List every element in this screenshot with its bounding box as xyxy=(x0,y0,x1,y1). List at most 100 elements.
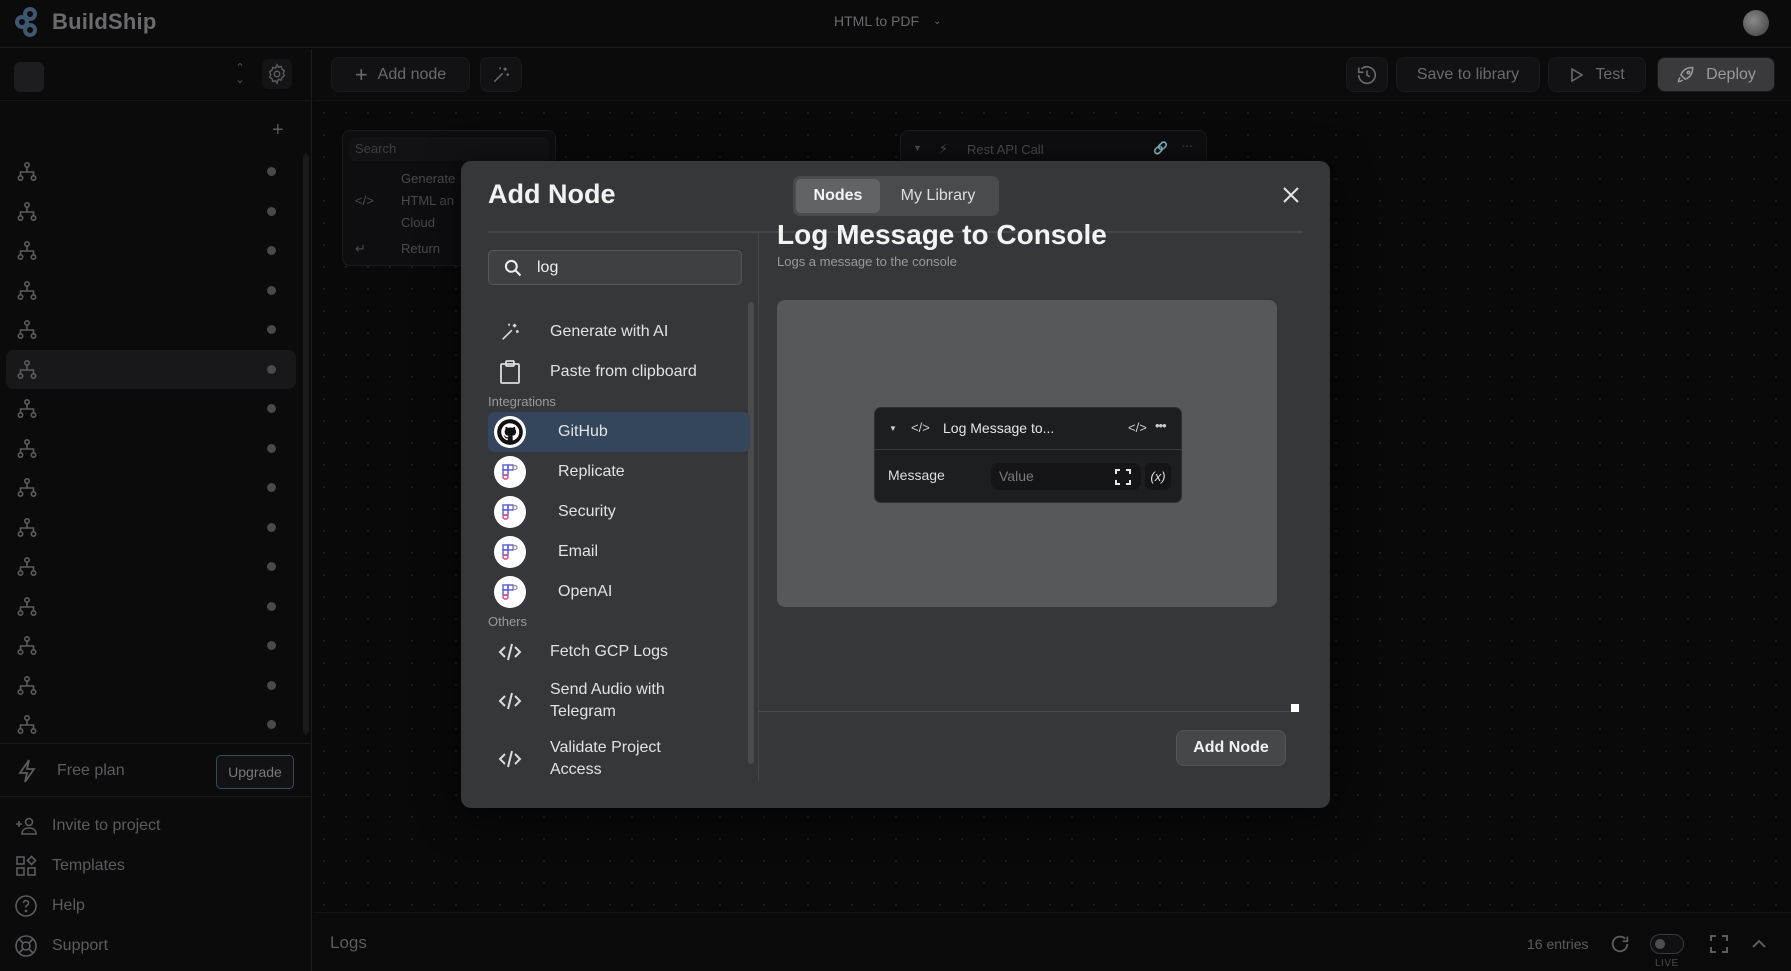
workspace-switcher-icon[interactable]: ⌃ ⌄ xyxy=(232,62,248,90)
sidebar-flow-item[interactable] xyxy=(6,389,296,429)
deploy-button[interactable]: Deploy xyxy=(1657,57,1775,92)
status-dot xyxy=(267,285,276,295)
add-flow-button[interactable]: + xyxy=(272,119,284,142)
list-item-integration[interactable]: GitHub xyxy=(488,412,750,452)
deploy-label: Deploy xyxy=(1706,65,1756,83)
sidebar-flow-item[interactable] xyxy=(6,231,296,271)
status-dot xyxy=(267,562,276,571)
flow-icon xyxy=(17,161,37,182)
live-label: LIVE xyxy=(1655,958,1679,969)
tab-my-library[interactable]: My Library xyxy=(880,179,996,213)
logs-bar: Logs 16 entries LIVE xyxy=(313,912,1791,971)
sidebar-flow-item[interactable] xyxy=(6,508,296,548)
status-dot xyxy=(267,641,276,650)
bg-text: Generate xyxy=(401,171,456,186)
sidebar-flow-item[interactable] xyxy=(6,192,296,232)
upgrade-button[interactable]: Upgrade xyxy=(216,755,294,789)
link-icon: 🔗 xyxy=(1153,141,1168,155)
expand-icon xyxy=(1115,469,1131,485)
code-icon: </> xyxy=(911,420,930,435)
workspace-avatar[interactable] xyxy=(14,62,44,92)
status-dot xyxy=(267,206,276,216)
list-item-other[interactable]: Validate Project Access xyxy=(488,730,750,788)
search-input[interactable] xyxy=(537,258,717,277)
node-search[interactable] xyxy=(488,250,742,285)
list-item-integration[interactable]: Security xyxy=(488,492,750,532)
code-icon xyxy=(498,643,522,661)
project-selector[interactable]: HTML to PDF ⌄ xyxy=(834,13,941,29)
resize-handle[interactable] xyxy=(1291,704,1299,712)
chevron-up-icon[interactable] xyxy=(1749,934,1769,954)
list-item-integration[interactable]: Email xyxy=(488,532,750,572)
toolbar: + Add node Save to library Test Deploy xyxy=(313,49,1791,101)
item-label: Fetch GCP Logs xyxy=(550,643,668,660)
list-item-other[interactable]: Fetch GCP Logs xyxy=(488,632,750,672)
magic-wand-icon xyxy=(493,67,509,82)
search-icon xyxy=(504,259,522,276)
sidebar: ⌃ ⌄ + Free plan Upgrade Invite to project… xyxy=(0,49,312,971)
buildship-logo-icon xyxy=(15,7,37,37)
sidebar-flow-item[interactable] xyxy=(6,310,296,350)
sidebar-flow-item[interactable] xyxy=(6,587,296,627)
app-logo[interactable]: BuildShip xyxy=(14,6,156,38)
nav-templates[interactable]: Templates xyxy=(0,846,312,886)
preview-node-card: ▼ </> Log Message to... </> ••• Message … xyxy=(874,407,1182,503)
integration-logo-icon xyxy=(494,536,526,568)
refresh-icon[interactable] xyxy=(1609,933,1631,955)
history-button[interactable] xyxy=(1346,57,1388,92)
project-title: HTML to PDF xyxy=(834,13,920,29)
preview-node-header: ▼ </> Log Message to... </> ••• xyxy=(875,408,1181,450)
nav-help[interactable]: Help xyxy=(0,886,312,926)
sidebar-flow-item[interactable] xyxy=(6,152,296,192)
sidebar-flow-item[interactable] xyxy=(6,349,296,389)
generate-ai-button[interactable] xyxy=(480,57,522,92)
add-node-label: Add node xyxy=(377,65,447,83)
status-dot xyxy=(267,483,276,492)
tab-nodes[interactable]: Nodes xyxy=(796,179,880,213)
test-button[interactable]: Test xyxy=(1548,57,1646,92)
save-to-library-button[interactable]: Save to library xyxy=(1396,57,1540,92)
flow-icon xyxy=(17,280,37,300)
settings-button[interactable] xyxy=(262,59,292,89)
add-node-button[interactable]: Add Node xyxy=(1176,730,1286,766)
item-label: OpenAI xyxy=(558,583,613,600)
bg-text: HTML an xyxy=(401,193,454,208)
preview-node-title: Log Message to... xyxy=(943,420,1055,436)
status-dot xyxy=(267,720,276,729)
list-item-paste-clipboard[interactable]: Paste from clipboard xyxy=(488,352,750,392)
sidebar-scrollbar[interactable] xyxy=(303,154,309,734)
flow-icon xyxy=(17,359,37,379)
item-label: Paste from clipboard xyxy=(550,363,697,380)
nav-support[interactable]: Support xyxy=(0,926,312,966)
live-toggle[interactable] xyxy=(1650,934,1684,954)
integration-logo-icon xyxy=(494,576,526,608)
nav-invite[interactable]: Invite to project xyxy=(0,806,312,846)
fullscreen-icon[interactable] xyxy=(1709,934,1729,954)
list-item-generate-ai[interactable]: Generate with AI xyxy=(488,312,750,352)
bottom-nav: Invite to project Templates Help Support xyxy=(0,806,312,966)
close-icon[interactable] xyxy=(1279,183,1303,207)
list-item-integration[interactable]: Replicate xyxy=(488,452,750,492)
sidebar-flow-item[interactable] xyxy=(6,666,296,706)
add-node-toolbar-button[interactable]: + Add node xyxy=(331,57,470,92)
flow-icon xyxy=(17,398,37,419)
sidebar-flow-item[interactable] xyxy=(6,705,296,745)
list-item-integration[interactable]: OpenAI xyxy=(488,572,750,612)
item-label: Validate Project Access xyxy=(550,739,661,778)
integrations-heading: Integrations xyxy=(488,394,556,409)
sidebar-flow-item[interactable] xyxy=(6,271,296,311)
logs-entry-count: 16 entries xyxy=(1527,936,1589,952)
bg-text: Cloud xyxy=(401,215,435,230)
more-icon: ⋯ xyxy=(1181,139,1193,153)
plus-icon: + xyxy=(354,61,368,87)
sidebar-flow-item[interactable] xyxy=(6,429,296,469)
list-item-other[interactable]: Send Audio with Telegram xyxy=(488,672,750,730)
code-icon: </> xyxy=(1128,420,1147,435)
sidebar-flow-item[interactable] xyxy=(6,626,296,666)
sidebar-flow-item[interactable] xyxy=(6,547,296,587)
sidebar-flow-item[interactable] xyxy=(6,468,296,508)
item-label: Generate with AI xyxy=(550,323,669,340)
divider xyxy=(758,233,759,781)
user-avatar[interactable] xyxy=(1743,10,1769,36)
app-name: BuildShip xyxy=(52,9,157,34)
